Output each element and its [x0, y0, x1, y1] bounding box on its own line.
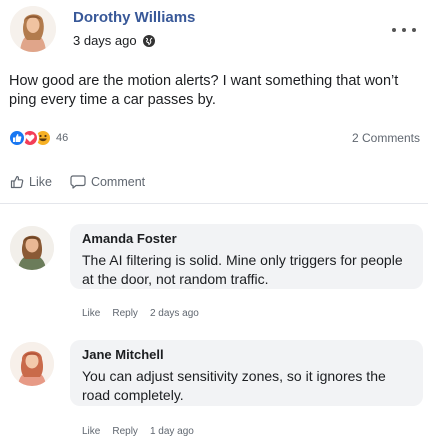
like-reaction-icon: [8, 129, 26, 147]
comment-timestamp: 2 days ago: [149, 308, 199, 319]
author-avatar[interactable]: [10, 6, 56, 52]
more-horizontal-icon-dot: [392, 28, 396, 32]
post-text: How good are the motion alerts? I want s…: [9, 73, 399, 108]
comment-author[interactable]: Jane Mitchell: [82, 347, 411, 362]
comment-like-button[interactable]: Like: [82, 426, 100, 437]
reaction-count: 46: [56, 132, 69, 144]
comment-actions: Like Reply 2 days ago: [82, 308, 199, 319]
comments-count-link[interactable]: 2 Comments: [352, 131, 420, 145]
thumbs-up-icon: [10, 175, 24, 189]
post-action-bar: Like Comment: [10, 175, 145, 189]
more-horizontal-icon-dot: [412, 28, 416, 32]
comment-like-button[interactable]: Like: [82, 308, 100, 319]
comment-text: The AI filtering is solid. Mine only tri…: [82, 252, 403, 287]
divider: [0, 203, 428, 204]
comment-avatar[interactable]: [10, 226, 54, 270]
avatar-jane-icon: [10, 342, 54, 386]
comment-actions: Like Reply 1 day ago: [82, 426, 194, 437]
reactions-summary[interactable]: 46: [8, 129, 68, 147]
comment-button-label: Comment: [90, 175, 146, 189]
like-button-label: Like: [29, 175, 52, 189]
author-name[interactable]: Dorothy Williams: [73, 9, 195, 26]
post-card: Dorothy Williams 3 days ago How good are…: [0, 0, 428, 442]
avatar-dorothy-icon: [10, 6, 56, 52]
comment-reply-button[interactable]: Reply: [112, 308, 138, 319]
comment-timestamp: 1 day ago: [149, 426, 194, 437]
comment-author[interactable]: Amanda Foster: [82, 231, 411, 246]
comment-avatar[interactable]: [10, 342, 54, 386]
comment-icon: [70, 175, 86, 189]
more-horizontal-icon-dot: [402, 28, 406, 32]
globe-icon: [142, 34, 155, 47]
like-button[interactable]: Like: [10, 175, 52, 189]
comment-bubble: Jane Mitchell You can adjust sensitivity…: [70, 340, 423, 406]
avatar-amanda-icon: [10, 226, 54, 270]
comment-bubble: Amanda Foster The AI filtering is solid.…: [70, 224, 423, 289]
more-options-button[interactable]: [392, 24, 416, 36]
comment-reply-button[interactable]: Reply: [112, 426, 138, 437]
post-meta: 3 days ago: [73, 33, 155, 48]
comment-button[interactable]: Comment: [70, 175, 145, 189]
post-timestamp[interactable]: 3 days ago: [73, 33, 137, 48]
comment-text: You can adjust sensitivity zones, so it …: [82, 368, 386, 403]
